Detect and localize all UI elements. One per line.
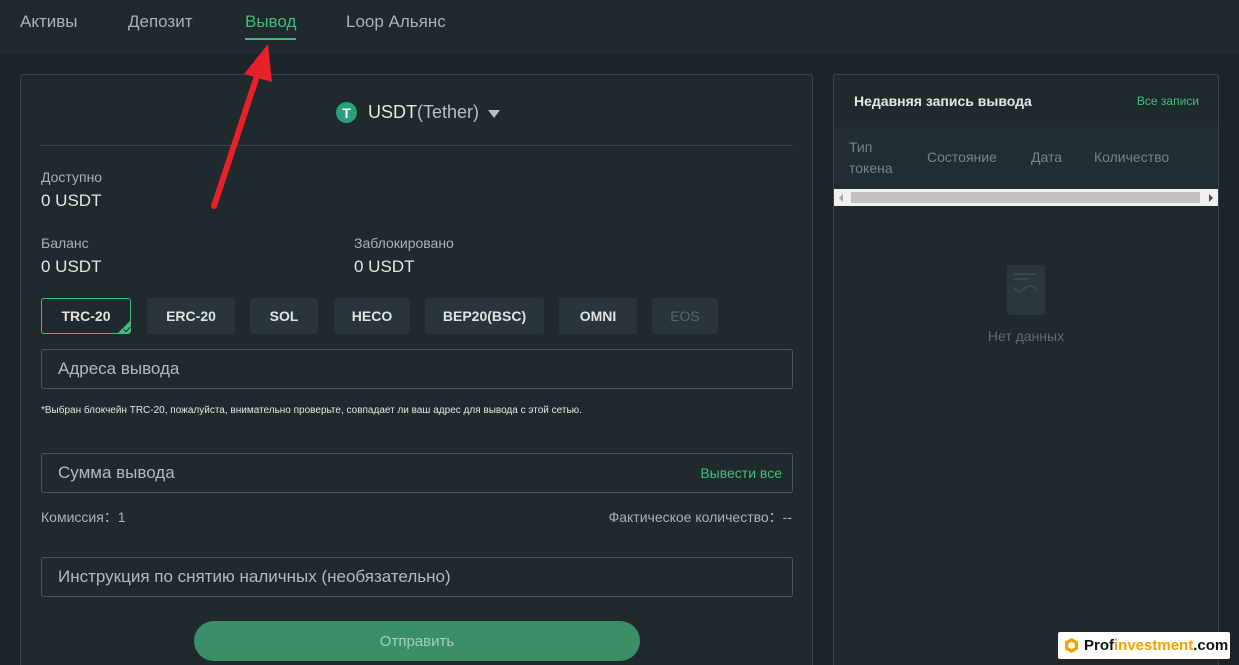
chain-label: EOS	[670, 308, 700, 324]
balance-label: Баланс	[41, 235, 89, 251]
available-value: 0 USDT	[41, 191, 102, 210]
brand-hex-icon	[1064, 638, 1079, 653]
tab-deposit[interactable]: Депозит	[128, 12, 193, 32]
tab-withdraw[interactable]: Вывод	[245, 12, 297, 40]
address-placeholder: Адреса вывода	[58, 359, 180, 378]
frozen-label: Заблокировано	[354, 235, 454, 251]
chain-label: TRC-20	[61, 308, 111, 324]
column-status: Состояние	[927, 149, 997, 165]
tether-icon: T	[336, 102, 357, 123]
chain-bep20[interactable]: BEP20(BSC)	[425, 298, 544, 334]
all-records-link[interactable]: Все записи	[1137, 94, 1199, 108]
coin-selector[interactable]: T USDT (Tether)	[336, 102, 501, 123]
table-header: Тип токена Состояние Дата Количество	[834, 127, 1218, 189]
available-label: Доступно	[41, 169, 103, 185]
horizontal-scrollbar[interactable]	[834, 189, 1218, 206]
chain-erc20[interactable]: ERC-20	[147, 298, 235, 334]
selected-check-icon	[118, 321, 130, 333]
divider	[41, 145, 793, 146]
chain-heco[interactable]: HECO	[334, 298, 410, 334]
recent-withdrawals-panel: Недавняя запись вывода Все записи Тип то…	[833, 74, 1219, 665]
recent-title: Недавняя запись вывода	[854, 93, 1032, 109]
amount-input[interactable]: Сумма вывода Вывести все	[41, 453, 793, 493]
chain-sol[interactable]: SOL	[250, 298, 318, 334]
column-amount: Количество	[1094, 149, 1170, 165]
chain-label: OMNI	[579, 308, 617, 324]
memo-input[interactable]: Инструкция по снятию наличных (необязате…	[41, 557, 793, 597]
chain-label: ERC-20	[166, 308, 216, 324]
tab-assets[interactable]: Активы	[20, 12, 78, 32]
brand-prefix: Prof	[1084, 637, 1114, 654]
coin-name: (Tether)	[417, 102, 480, 122]
chain-trc20[interactable]: TRC-20	[41, 298, 131, 334]
tab-loop-alliance[interactable]: Loop Альянс	[346, 12, 446, 32]
actual-amount-text: Фактическое количество：--	[608, 509, 792, 525]
chain-omni[interactable]: OMNI	[559, 298, 637, 334]
chain-label: BEP20(BSC)	[442, 308, 527, 324]
balance-value: 0 USDT	[41, 257, 102, 276]
watermark-logo: Prof investment .com	[1058, 632, 1230, 659]
column-token-type: Тип токена	[849, 139, 893, 176]
column-date: Дата	[1031, 149, 1063, 165]
brand-suffix: .com	[1193, 637, 1229, 654]
memo-placeholder: Инструкция по снятию наличных (необязате…	[58, 567, 451, 586]
empty-document-icon	[1007, 265, 1045, 315]
caret-down-icon	[488, 109, 501, 118]
top-nav: Активы Депозит Вывод Loop Альянс	[0, 0, 1239, 54]
withdraw-all-button[interactable]: Вывести все	[700, 465, 782, 481]
chain-eos: EOS	[652, 298, 718, 334]
scroll-left-icon[interactable]	[839, 194, 843, 202]
empty-state-text: Нет данных	[987, 328, 1065, 344]
chain-warning-note: *Выбран блокчейн TRC-20, пожалуйста, вни…	[41, 405, 582, 416]
chain-label: HECO	[351, 308, 393, 324]
address-input[interactable]: Адреса вывода	[41, 349, 793, 389]
frozen-value: 0 USDT	[354, 257, 415, 276]
submit-button[interactable]: Отправить	[194, 621, 640, 661]
fee-text: Комиссия：1	[41, 509, 126, 525]
chain-label: SOL	[269, 308, 299, 324]
scroll-right-icon[interactable]	[1209, 194, 1213, 202]
amount-placeholder: Сумма вывода	[58, 463, 175, 482]
brand-highlight: investment	[1114, 637, 1194, 654]
scrollbar-thumb[interactable]	[851, 192, 1200, 203]
withdraw-panel: T USDT (Tether) Доступно 0 USDT Баланс 0…	[20, 74, 813, 665]
coin-symbol: USDT	[368, 102, 417, 122]
